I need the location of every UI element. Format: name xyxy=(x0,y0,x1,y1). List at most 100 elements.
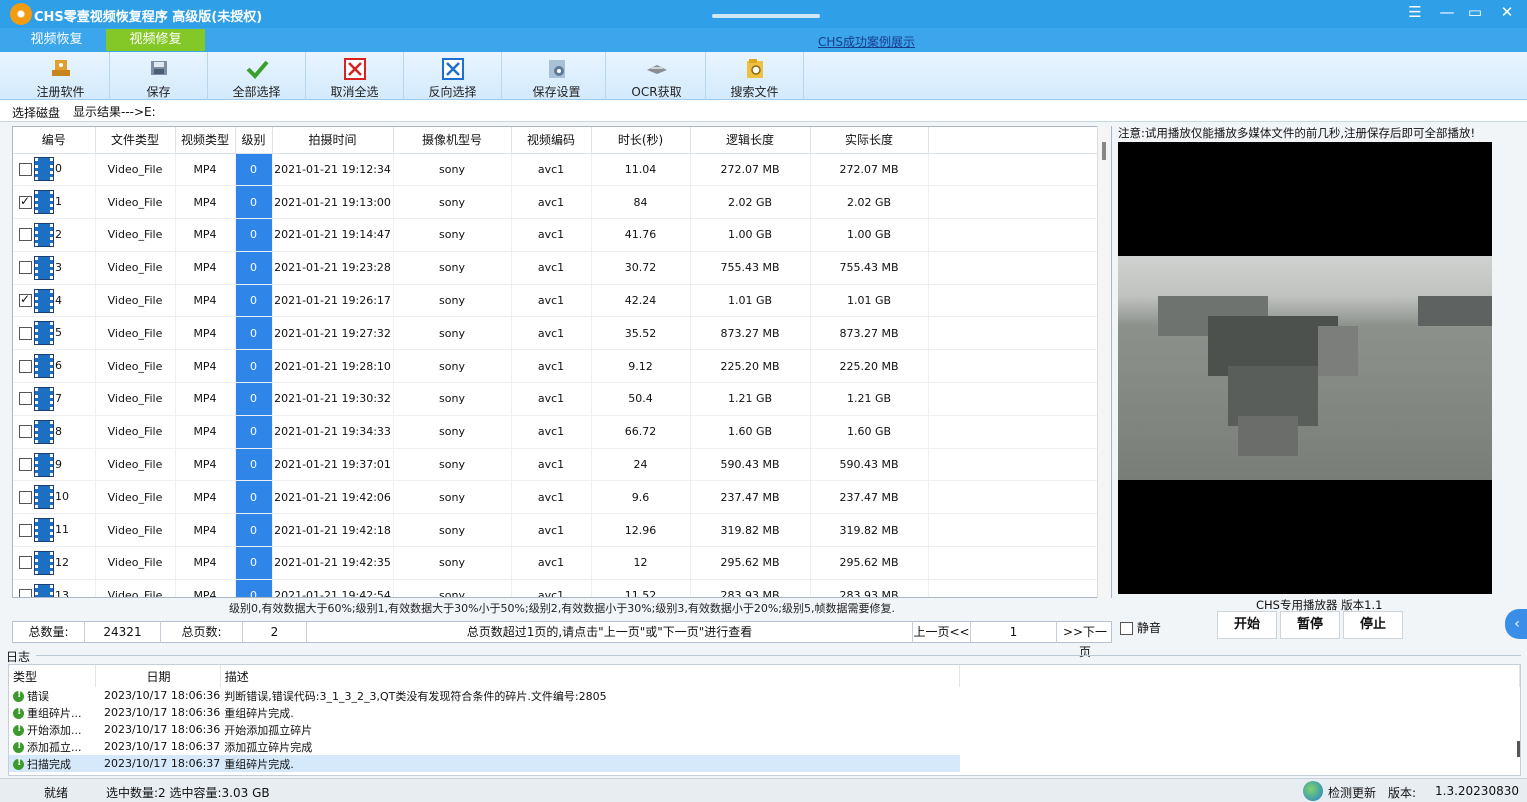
column-header-shoot-time[interactable]: 拍摄时间 xyxy=(272,127,394,154)
cell-actual-size: 1.01 GB xyxy=(810,284,929,318)
video-file-icon xyxy=(34,354,54,379)
row-checkbox[interactable] xyxy=(19,261,32,275)
log-row[interactable]: 添加孤立... 2023/10/17 18:06:37添加孤立碎片完成 xyxy=(9,738,1520,755)
log-type-text: 扫描完成 xyxy=(27,757,71,771)
play-pause-button[interactable]: 暂停 xyxy=(1280,611,1340,639)
tab-video-repair[interactable]: 视频修复 xyxy=(106,29,205,51)
row-checkbox[interactable] xyxy=(19,228,32,242)
check-update-button[interactable]: 检测更新 xyxy=(1328,784,1376,801)
menu-icon[interactable]: ☰ xyxy=(1400,0,1430,26)
row-checkbox[interactable] xyxy=(19,523,32,537)
table-row[interactable]: 12 Video_File MP4 0 2021-01-21 19:42:35 sony a… xyxy=(13,546,1099,580)
cell-filler xyxy=(928,349,1099,384)
cell-video-type: MP4 xyxy=(175,415,236,449)
log-scroll-thumb[interactable] xyxy=(1517,741,1520,757)
row-id-text: 11 xyxy=(55,523,69,537)
invert-selection-button[interactable]: 反向选择 xyxy=(404,52,502,100)
table-row[interactable]: 8 Video_File MP4 0 2021-01-21 19:34:33 sony av… xyxy=(13,415,1099,449)
log-row[interactable]: 错误 2023/10/17 18:06:36判断错误,错误代码:3_1_3_2_3… xyxy=(9,687,1520,704)
video-preview[interactable] xyxy=(1118,142,1492,594)
ocr-button[interactable]: OCR获取 xyxy=(608,52,706,100)
prev-page-button[interactable]: 上一页<< xyxy=(913,622,971,642)
cell-duration: 35.52 xyxy=(591,316,691,351)
cell-level: 0 xyxy=(235,251,273,285)
column-header-actual-size[interactable]: 实际长度 xyxy=(810,127,929,154)
row-checkbox[interactable] xyxy=(19,490,32,504)
column-header-codec[interactable]: 视频编码 xyxy=(511,127,592,154)
deselect-all-button[interactable]: 取消全选 xyxy=(306,52,404,100)
table-row[interactable]: 6 Video_File MP4 0 2021-01-21 19:28:10 sony av… xyxy=(13,349,1099,384)
column-header-level[interactable]: 级别 xyxy=(235,127,273,154)
minimize-button[interactable]: — xyxy=(1432,0,1462,26)
collapse-panel-button[interactable]: ‹ xyxy=(1505,609,1527,639)
play-stop-button[interactable]: 停止 xyxy=(1343,611,1403,639)
table-row[interactable]: 7 Video_File MP4 0 2021-01-21 19:30:32 sony av… xyxy=(13,382,1099,416)
next-page-button[interactable]: >>下一页 xyxy=(1057,622,1113,659)
video-file-icon xyxy=(34,386,54,411)
tab-video-recovery[interactable]: 视频恢复 xyxy=(7,29,106,51)
table-row[interactable]: 9 Video_File MP4 0 2021-01-21 19:37:01 sony av… xyxy=(13,448,1099,482)
row-id: 8 xyxy=(13,415,96,449)
ocr-icon xyxy=(646,65,667,74)
row-checkbox[interactable] xyxy=(19,326,32,340)
row-checkbox[interactable] xyxy=(19,162,32,176)
cell-level: 0 xyxy=(235,218,273,252)
column-header-video-type[interactable]: 视频类型 xyxy=(175,127,236,154)
table-row[interactable]: 1 Video_FileMP402021-01-21 19:13:00sonyav… xyxy=(13,185,1099,220)
log-type: 错误 xyxy=(9,687,96,704)
column-header-duration[interactable]: 时长(秒) xyxy=(591,127,691,154)
table-row[interactable]: 10 Video_File MP4 0 2021-01-21 19:42:06 sony a… xyxy=(13,480,1099,515)
row-checkbox[interactable] xyxy=(19,194,32,209)
file-table: 编号 文件类型 视频类型 级别 拍摄时间 摄像机型号 视频编码 时长(秒) 逻辑… xyxy=(12,126,1112,598)
table-scrollbar[interactable] xyxy=(1097,126,1111,598)
column-header-logical-size[interactable]: 逻辑长度 xyxy=(690,127,811,154)
table-row[interactable]: 0 Video_File MP4 0 2021-01-21 19:12:34 sony av… xyxy=(13,153,1099,187)
row-checkbox[interactable] xyxy=(19,458,32,472)
close-button[interactable]: ✕ xyxy=(1492,0,1522,26)
video-file-icon xyxy=(34,321,54,346)
cell-level: 0 xyxy=(235,349,273,384)
table-row[interactable]: 5 Video_File MP4 0 2021-01-21 19:27:32 sony av… xyxy=(13,316,1099,351)
row-checkbox[interactable] xyxy=(19,392,32,406)
mute-checkbox[interactable] xyxy=(1120,622,1133,635)
tab-bar: 视频恢复 视频修复 CHS成功案例展示 xyxy=(0,28,1527,52)
table-row[interactable]: 3 Video_File MP4 0 2021-01-21 19:23:28 sony av… xyxy=(13,251,1099,285)
search-file-button[interactable]: 搜索文件 xyxy=(706,52,804,100)
cell-logical-size: 283.93 MB xyxy=(690,579,811,597)
select-all-button[interactable]: 全部选择 xyxy=(208,52,306,100)
globe-icon xyxy=(1303,781,1323,801)
page-number-field[interactable]: 1 xyxy=(971,622,1057,642)
log-row[interactable]: 重组碎片... 2023/10/17 18:06:36重组碎片完成. xyxy=(9,704,1520,721)
cell-file-type: Video_File xyxy=(95,513,176,548)
play-start-button[interactable]: 开始 xyxy=(1217,611,1277,639)
row-checkbox[interactable] xyxy=(19,556,32,570)
log-header-date[interactable]: 日期 xyxy=(95,665,221,687)
row-checkbox[interactable] xyxy=(19,425,32,439)
row-checkbox[interactable] xyxy=(19,589,32,597)
table-row[interactable]: 13 Video_File MP4 0 2021-01-21 19:42:54 sony a… xyxy=(13,579,1099,597)
row-checkbox[interactable] xyxy=(19,292,32,308)
log-header-type[interactable]: 类型 xyxy=(9,665,97,687)
info-icon xyxy=(13,706,24,719)
maximize-button[interactable]: ▭ xyxy=(1460,0,1490,26)
column-header-file-type[interactable]: 文件类型 xyxy=(95,127,176,154)
table-row[interactable]: 2 Video_File MP4 0 2021-01-21 19:14:47 sony av… xyxy=(13,218,1099,252)
log-header-desc[interactable]: 描述 xyxy=(220,665,961,687)
cell-actual-size: 873.27 MB xyxy=(810,316,929,351)
column-header-camera-model[interactable]: 摄像机型号 xyxy=(393,127,512,154)
log-row[interactable]: 开始添加... 2023/10/17 18:06:36开始添加孤立碎片 xyxy=(9,721,1520,738)
column-header-id[interactable]: 编号 xyxy=(13,127,96,154)
log-row[interactable]: 扫描完成 2023/10/17 18:06:37重组碎片完成. xyxy=(9,755,1520,772)
save-settings-button[interactable]: 保存设置 xyxy=(508,52,606,100)
scroll-thumb[interactable] xyxy=(1102,142,1106,160)
table-row[interactable]: 4 Video_FileMP402021-01-21 19:26:17sonyav… xyxy=(13,284,1099,318)
save-button[interactable]: 保存 xyxy=(110,52,208,100)
select-disk-button[interactable]: 选择磁盘 xyxy=(12,104,60,121)
drag-grip[interactable] xyxy=(712,14,820,18)
row-checkbox[interactable] xyxy=(19,359,32,373)
register-button[interactable]: 注册软件 xyxy=(12,52,110,100)
table-row[interactable]: 11 Video_File MP4 0 2021-01-21 19:42:18 sony a… xyxy=(13,513,1099,548)
log-scrollbar[interactable] xyxy=(1515,665,1520,775)
success-cases-link[interactable]: CHS成功案例展示 xyxy=(818,33,915,50)
mute-toggle[interactable]: 静音 xyxy=(1120,619,1161,636)
